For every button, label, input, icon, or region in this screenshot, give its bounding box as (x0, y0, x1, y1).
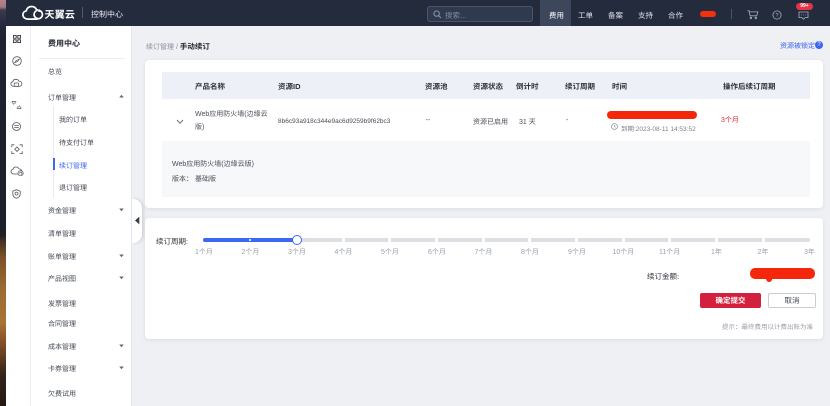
svg-text:?: ? (775, 13, 778, 19)
